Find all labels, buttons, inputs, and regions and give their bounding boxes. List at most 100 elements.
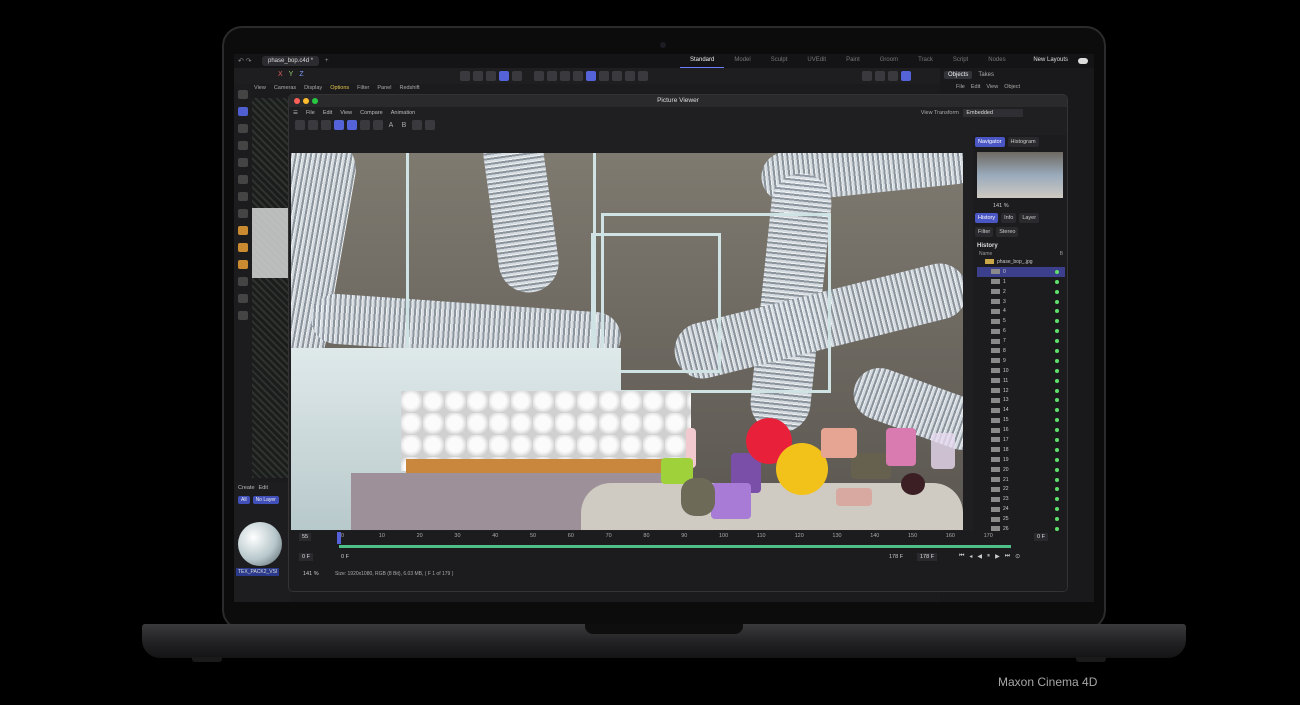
history-folder[interactable]: phase_bop_.jpg bbox=[977, 257, 1065, 267]
history-row[interactable]: 13 bbox=[977, 395, 1065, 405]
object-menu-item[interactable]: Object bbox=[1004, 84, 1020, 90]
layout-tab[interactable]: Script bbox=[943, 54, 978, 68]
history-row[interactable]: 3 bbox=[977, 297, 1065, 307]
contrast-icon[interactable] bbox=[360, 120, 370, 130]
viewer-menu-item[interactable]: Compare bbox=[360, 110, 383, 116]
close-icon[interactable] bbox=[294, 98, 300, 104]
go-end-icon[interactable]: ⏭ bbox=[1005, 553, 1010, 560]
swap-icon[interactable] bbox=[412, 120, 422, 130]
search-icon[interactable] bbox=[238, 90, 248, 99]
filter-all-button[interactable]: All bbox=[238, 496, 250, 504]
history-row[interactable]: 18 bbox=[977, 445, 1065, 455]
history-row[interactable]: 2 bbox=[977, 287, 1065, 297]
undo-icon[interactable]: ↶ ↷ bbox=[238, 57, 252, 65]
material-tab-edit[interactable]: Edit bbox=[259, 485, 268, 491]
tab-layer[interactable]: Layer bbox=[1019, 213, 1040, 223]
current-frame-field[interactable]: 0 F bbox=[299, 553, 313, 561]
split-icon[interactable] bbox=[425, 120, 435, 130]
layout-tab[interactable]: Standard bbox=[680, 54, 725, 68]
history-row[interactable]: 16 bbox=[977, 425, 1065, 435]
layout-tab[interactable]: Paint bbox=[836, 54, 870, 68]
picture-viewer-titlebar[interactable]: Picture Viewer bbox=[289, 95, 1067, 107]
axis-x-button[interactable]: X bbox=[278, 71, 283, 78]
viewer-menu-item[interactable]: File bbox=[306, 110, 315, 116]
redshift-icon[interactable] bbox=[901, 71, 911, 81]
field-icon[interactable] bbox=[638, 71, 648, 81]
history-row[interactable]: 23 bbox=[977, 494, 1065, 504]
navigator-zoom[interactable]: 141 % bbox=[973, 201, 1067, 211]
play-icon[interactable]: ▶ bbox=[995, 553, 1000, 560]
brush-icon[interactable] bbox=[238, 277, 248, 286]
grid-icon[interactable] bbox=[586, 71, 596, 81]
camera-icon[interactable] bbox=[599, 71, 609, 81]
history-row[interactable]: 20 bbox=[977, 465, 1065, 475]
mirror-icon[interactable] bbox=[573, 71, 583, 81]
navigator-thumbnail[interactable] bbox=[977, 152, 1063, 198]
magnet-tool-icon[interactable] bbox=[238, 311, 248, 320]
history-row[interactable]: 19 bbox=[977, 455, 1065, 465]
spline-pen-icon[interactable] bbox=[238, 226, 248, 235]
layout-tab[interactable]: Model bbox=[724, 54, 760, 68]
prev-key-icon[interactable]: ◂ bbox=[969, 553, 972, 560]
axis-y-button[interactable]: Y bbox=[289, 71, 294, 78]
layout-tab[interactable]: Nodes bbox=[978, 54, 1015, 68]
history-row[interactable]: 8 bbox=[977, 346, 1065, 356]
history-row[interactable]: 22 bbox=[977, 484, 1065, 494]
loop-icon[interactable]: ⊙ bbox=[1015, 553, 1020, 560]
save-icon[interactable] bbox=[308, 120, 318, 130]
light-icon[interactable] bbox=[612, 71, 622, 81]
tab-takes[interactable]: Takes bbox=[974, 71, 998, 79]
object-icon[interactable] bbox=[499, 71, 509, 81]
spline-icon[interactable] bbox=[512, 71, 522, 81]
clapper-settings-icon[interactable] bbox=[888, 71, 898, 81]
viewer-menu-item[interactable]: View bbox=[340, 110, 352, 116]
tab-navigator[interactable]: Navigator bbox=[975, 137, 1005, 147]
view-transform-select[interactable]: Embedded bbox=[963, 109, 1023, 117]
viewer-menu-item[interactable]: Edit bbox=[323, 110, 332, 116]
tab-history[interactable]: History bbox=[975, 213, 999, 223]
history-row[interactable]: 17 bbox=[977, 435, 1065, 445]
go-start-icon[interactable]: ⏮ bbox=[959, 553, 964, 560]
history-row[interactable]: 9 bbox=[977, 356, 1065, 366]
history-row[interactable]: 4 bbox=[977, 306, 1065, 316]
filter-no-layer-button[interactable]: No Layer bbox=[252, 496, 279, 504]
3d-viewport[interactable] bbox=[252, 98, 290, 478]
object-menu-item[interactable]: View bbox=[986, 84, 998, 90]
tab-info[interactable]: Info bbox=[1001, 213, 1017, 223]
frame-right-field[interactable]: 0 F bbox=[1034, 533, 1048, 541]
history-row[interactable]: 5 bbox=[977, 316, 1065, 326]
layout-tab[interactable]: Groom bbox=[870, 54, 908, 68]
viewport-menu-item[interactable]: View bbox=[254, 85, 266, 95]
add-tab-icon[interactable]: + bbox=[325, 58, 329, 64]
viewer-menu-item[interactable]: Animation bbox=[391, 110, 415, 116]
tab-stereo[interactable]: Stereo bbox=[996, 227, 1019, 237]
open-folder-icon[interactable] bbox=[295, 120, 305, 130]
history-row[interactable]: 1 bbox=[977, 277, 1065, 287]
history-row[interactable]: 0 bbox=[977, 266, 1065, 277]
end-frame-field[interactable]: 178 F bbox=[917, 553, 938, 561]
live-select-icon[interactable] bbox=[238, 124, 248, 133]
tab-filter[interactable]: Filter bbox=[975, 227, 994, 237]
layout-tab[interactable]: Sculpt bbox=[761, 54, 798, 68]
render-view-icon[interactable] bbox=[473, 71, 483, 81]
rotate-tool-icon[interactable] bbox=[238, 158, 248, 167]
history-row[interactable]: 14 bbox=[977, 405, 1065, 415]
material-preview[interactable] bbox=[238, 522, 282, 566]
clapper-icon[interactable] bbox=[862, 71, 872, 81]
select-tool-icon[interactable] bbox=[238, 107, 248, 116]
object-menu-item[interactable]: File bbox=[956, 84, 965, 90]
render-full-icon[interactable] bbox=[347, 120, 357, 130]
scale-tool-icon[interactable] bbox=[238, 175, 248, 184]
axis-z-button[interactable]: Z bbox=[299, 71, 303, 78]
tab-objects[interactable]: Objects bbox=[944, 71, 973, 79]
move-tool-icon[interactable] bbox=[238, 141, 248, 150]
history-row[interactable]: 24 bbox=[977, 504, 1065, 514]
knife-icon[interactable] bbox=[238, 294, 248, 303]
history-row[interactable]: 10 bbox=[977, 366, 1065, 376]
file-tab[interactable]: phase_bop.c4d * bbox=[262, 56, 320, 66]
history-row[interactable]: 25 bbox=[977, 514, 1065, 524]
play-back-icon[interactable]: ◀ bbox=[977, 553, 982, 560]
compare-b-button[interactable]: B bbox=[399, 122, 409, 129]
playhead[interactable] bbox=[337, 532, 341, 544]
minimize-icon[interactable] bbox=[303, 98, 309, 104]
